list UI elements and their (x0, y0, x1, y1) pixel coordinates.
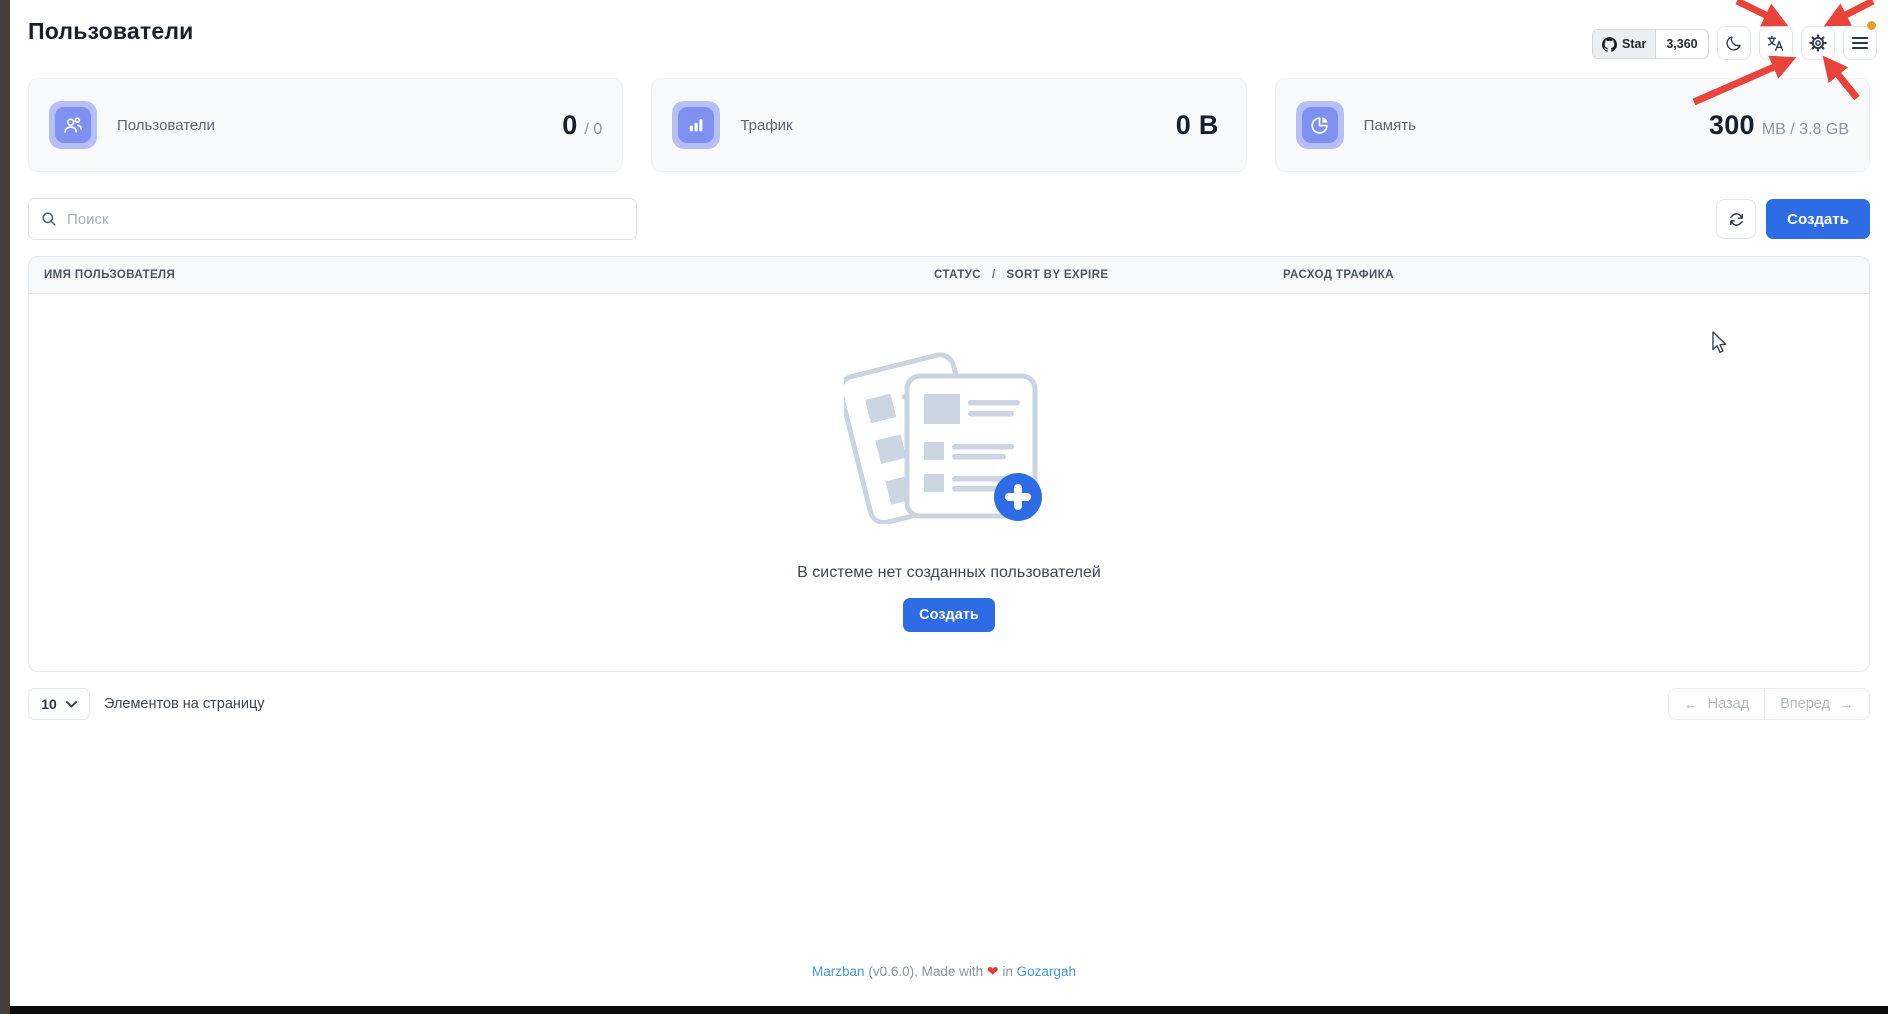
create-user-button[interactable]: Создать (1766, 199, 1870, 239)
column-status[interactable]: СТАТУС (934, 269, 981, 281)
column-username[interactable]: ИМЯ ПОЛЬЗОВАТЕЛЯ (29, 269, 934, 281)
left-window-edge (0, 0, 10, 1014)
stat-value: 0 B (1176, 110, 1219, 141)
page-title: Пользователи (28, 18, 194, 45)
empty-state-message: В системе нет созданных пользователей (797, 564, 1101, 582)
stat-suffix: MB / 3.8 GB (1762, 121, 1849, 139)
column-traffic[interactable]: РАСХОД ТРАФИКА (1283, 269, 1394, 281)
empty-state-create-button[interactable]: Создать (903, 598, 995, 632)
settings-button[interactable] (1801, 26, 1835, 60)
github-icon (1602, 37, 1617, 52)
next-page-button[interactable]: Вперед → (1765, 689, 1869, 719)
gear-icon (1808, 33, 1828, 53)
search-input[interactable] (28, 198, 637, 240)
topbar: Star 3,360 (1592, 26, 1877, 60)
github-star-label: Star (1622, 37, 1646, 51)
pager-buttons: ← Назад Вперед → (1668, 688, 1870, 720)
search-icon (41, 211, 57, 227)
right-arrow-icon: → (1839, 696, 1854, 713)
stat-label: Трафик (740, 117, 792, 134)
pie-chart-icon (1302, 107, 1338, 143)
stat-label: Память (1364, 117, 1416, 134)
bottom-window-edge (10, 1006, 1888, 1014)
notification-dot (1867, 21, 1876, 30)
stat-value: 300 (1709, 110, 1755, 141)
menu-button[interactable] (1843, 26, 1877, 60)
translate-icon (1766, 34, 1785, 53)
stat-label: Пользователи (117, 117, 215, 134)
prev-page-label: Назад (1708, 696, 1750, 712)
prev-page-button[interactable]: ← Назад (1669, 689, 1766, 719)
dark-mode-button[interactable] (1717, 26, 1751, 60)
plus-circle-icon (994, 473, 1042, 521)
page-size-value: 10 (41, 696, 57, 712)
empty-documents-illustration (844, 346, 1054, 524)
github-star-count[interactable]: 3,360 (1656, 30, 1707, 58)
footer: Marzban (v0.6.0), Made with ❤ in Gozarga… (10, 963, 1878, 980)
gozargah-link[interactable]: Gozargah (1017, 964, 1076, 979)
table-header-row: ИМЯ ПОЛЬЗОВАТЕЛЯ СТАТУС / SORT BY EXPIRE… (29, 257, 1869, 294)
marzban-link[interactable]: Marzban (812, 964, 865, 979)
stat-value: 0 (562, 110, 577, 141)
stat-suffix: / 0 (585, 121, 603, 139)
heart-icon: ❤ (987, 963, 999, 979)
refresh-icon (1728, 211, 1745, 228)
refresh-button[interactable] (1716, 199, 1756, 239)
users-icon (55, 107, 91, 143)
footer-in: in (1002, 964, 1013, 979)
table-empty-state: В системе нет созданных пользователей Со… (29, 294, 1869, 632)
stat-card-users: Пользователи 0 / 0 (28, 78, 623, 172)
search-box (28, 198, 637, 240)
stat-cards: Пользователи 0 / 0 Трафик 0 B Память 300… (28, 78, 1870, 172)
pagination-bar: 10 Элементов на страницу ← Назад Вперед … (28, 688, 1870, 720)
column-sort-by-expire[interactable]: SORT BY EXPIRE (1007, 269, 1109, 281)
per-page-label: Элементов на страницу (104, 696, 265, 712)
stat-card-memory: Память 300 MB / 3.8 GB (1275, 78, 1870, 172)
language-button[interactable] (1759, 26, 1793, 60)
menu-icon (1851, 35, 1869, 51)
page-size-select[interactable]: 10 (28, 688, 90, 720)
footer-text: (v0.6.0), Made with (868, 964, 983, 979)
users-table: ИМЯ ПОЛЬЗОВАТЕЛЯ СТАТУС / SORT BY EXPIRE… (28, 256, 1870, 672)
bar-chart-icon (678, 107, 714, 143)
github-star-button[interactable]: Star 3,360 (1592, 29, 1709, 59)
left-arrow-icon: ← (1684, 696, 1699, 713)
chevron-down-icon (66, 701, 77, 708)
next-page-label: Вперед (1780, 696, 1830, 712)
column-separator: / (992, 269, 996, 281)
moon-icon (1724, 34, 1743, 53)
stat-card-traffic: Трафик 0 B (651, 78, 1246, 172)
